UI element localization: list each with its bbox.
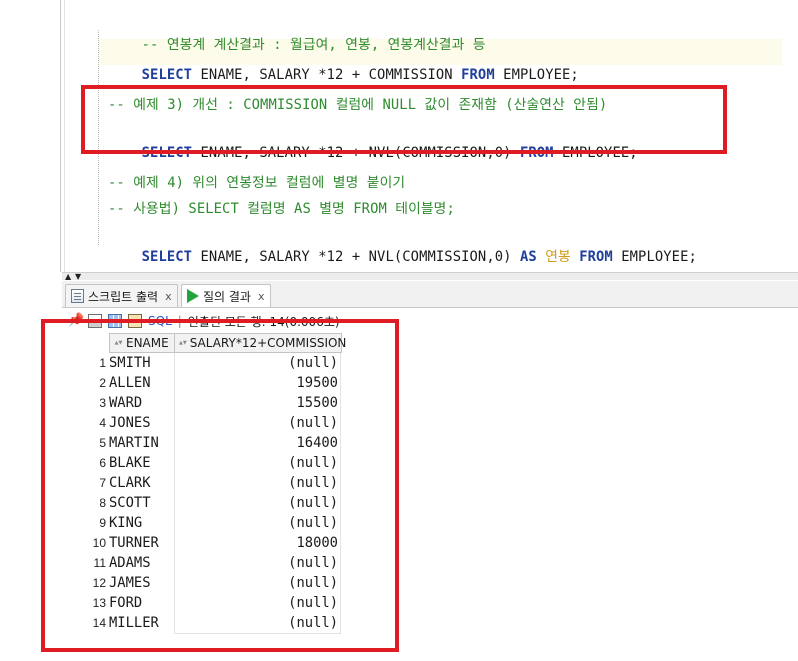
row-number: 9 xyxy=(99,516,106,530)
grid-view-icon[interactable] xyxy=(108,314,122,328)
code-line-select-1[interactable]: SELECT ENAME, SALARY *12 + COMMISSION FR… xyxy=(108,42,579,83)
code-line-partial-comment: -- 연봉계 계산결과 : 월급여, 연봉, 연봉계산결과 등 xyxy=(108,12,486,53)
cell-salary-total[interactable]: 19500 xyxy=(174,373,341,393)
table-row[interactable]: 7 CLARK (null) xyxy=(62,473,342,493)
code-line-select-alias[interactable]: SELECT ENAME, SALARY *12 + NVL(COMMISSIO… xyxy=(108,224,697,265)
script-output-icon xyxy=(71,289,84,303)
cell-salary-total[interactable]: 16400 xyxy=(174,433,341,453)
row-number: 1 xyxy=(99,356,106,370)
table-row[interactable]: 1 SMITH (null) xyxy=(62,353,342,373)
keyword-select: SELECT xyxy=(141,249,193,265)
row-number: 3 xyxy=(99,396,106,410)
fetch-status-text: 인출된 모든 행: 14(0.006초) xyxy=(187,314,340,329)
keyword-from: FROM xyxy=(579,249,613,265)
column-header-label: SALARY*12+COMMISSION xyxy=(189,336,347,350)
column-header-ename[interactable]: ▲▼ ENAME xyxy=(109,333,175,353)
splitter-up-icon[interactable]: ▲ xyxy=(65,273,71,281)
tab-query-result[interactable]: 질의 결과 x xyxy=(181,284,271,307)
editor-gutter-border xyxy=(60,0,61,272)
pane-splitter[interactable]: ▲ ▼ xyxy=(62,272,798,281)
code-table: EMPLOYEE; xyxy=(553,145,638,161)
cell-salary-total[interactable]: (null) xyxy=(174,493,341,513)
editor-gutter-border-inner xyxy=(64,0,65,272)
tab-script-output-close-icon[interactable]: x xyxy=(165,290,172,303)
query-result-icon xyxy=(187,289,199,303)
cell-salary-total[interactable]: 15500 xyxy=(174,393,341,413)
cell-salary-total[interactable]: (null) xyxy=(174,553,341,573)
cell-salary-total[interactable]: (null) xyxy=(174,513,341,533)
keyword-select: SELECT xyxy=(141,145,193,161)
output-tab-bar: 스크립트 출력 x 질의 결과 x xyxy=(62,281,798,308)
row-number: 8 xyxy=(99,496,106,510)
code-columns: ENAME, SALARY *12 + NVL(COMMISSION,0) xyxy=(192,249,520,265)
table-row[interactable]: 2 ALLEN 19500 xyxy=(62,373,342,393)
code-table: EMPLOYEE; xyxy=(612,249,697,265)
tab-script-output[interactable]: 스크립트 출력 x xyxy=(65,284,178,307)
row-number: 6 xyxy=(99,456,106,470)
cell-salary-total[interactable]: (null) xyxy=(174,473,341,493)
cell-salary-total[interactable]: (null) xyxy=(174,413,341,433)
keyword-from: FROM xyxy=(461,67,495,83)
code-columns: ENAME, SALARY *12 + COMMISSION xyxy=(192,67,462,83)
table-row[interactable]: 12 JAMES (null) xyxy=(62,573,342,593)
table-row[interactable]: 10 TURNER 18000 xyxy=(62,533,342,553)
query-result-grid[interactable]: ▲▼ ENAME ▲▼ SALARY*12+COMMISSION 1 SMITH(… xyxy=(41,319,798,661)
table-row[interactable]: 14 MILLER (null) xyxy=(62,613,342,633)
row-number: 10 xyxy=(92,536,106,550)
row-number: 12 xyxy=(92,576,106,590)
keyword-as: AS xyxy=(519,249,537,265)
code-line-comment-example4[interactable]: -- 예제 4) 위의 연봉정보 컬럼에 별명 붙이기 xyxy=(108,172,405,194)
table-row[interactable]: 13 FORD (null) xyxy=(62,593,342,613)
sort-icon[interactable]: ▲▼ xyxy=(114,337,123,349)
alias-name: 연봉 xyxy=(536,249,580,265)
code-line-comment-usage[interactable]: -- 사용법) SELECT 컬럼명 AS 별명 FROM 테이블명; xyxy=(108,198,455,220)
row-number: 11 xyxy=(93,556,106,570)
cell-salary-total[interactable]: (null) xyxy=(174,353,341,373)
row-number: 2 xyxy=(99,376,106,390)
table-row[interactable]: 6 BLAKE (null) xyxy=(62,453,342,473)
table-row[interactable]: 4 JONES (null) xyxy=(62,413,342,433)
grid-bottom-border xyxy=(174,633,341,634)
code-table: EMPLOYEE; xyxy=(494,67,579,83)
row-number: 5 xyxy=(99,436,106,450)
row-number: 7 xyxy=(99,476,106,490)
table-row[interactable]: 3 WARD 15500 xyxy=(62,393,342,413)
results-toolbar: 📌 SQL | 인출된 모든 행: 14(0.006초) xyxy=(62,309,798,333)
table-row[interactable]: 11 ADAMS (null) xyxy=(62,553,342,573)
pin-icon[interactable]: 📌 xyxy=(68,314,84,328)
print-icon[interactable] xyxy=(88,314,102,328)
column-header-salary[interactable]: ▲▼ SALARY*12+COMMISSION xyxy=(174,333,346,353)
cell-salary-total[interactable]: (null) xyxy=(174,573,341,593)
cell-salary-total[interactable]: (null) xyxy=(174,453,341,473)
row-number: 14 xyxy=(92,616,106,630)
table-row[interactable]: 8 SCOTT (null) xyxy=(62,493,342,513)
export-icon[interactable] xyxy=(128,314,142,328)
code-line-select-nvl[interactable]: SELECT ENAME, SALARY *12 + NVL(COMMISSIO… xyxy=(108,120,638,161)
code-line-comment-example3[interactable]: -- 예제 3) 개선 : COMMISSION 컬럼에 NULL 값이 존재함… xyxy=(108,94,607,116)
column-header-label: ENAME xyxy=(126,336,169,350)
cell-salary-total[interactable]: 18000 xyxy=(174,533,341,553)
sql-editor[interactable]: -- 연봉계 계산결과 : 월급여, 연봉, 연봉계산결과 등 SELECT E… xyxy=(0,0,798,272)
tab-script-output-label: 스크립트 출력 xyxy=(88,289,159,304)
splitter-down-icon[interactable]: ▼ xyxy=(75,273,81,281)
row-number: 13 xyxy=(92,596,106,610)
table-row[interactable]: 5 MARTIN 16400 xyxy=(62,433,342,453)
cell-salary-total[interactable]: (null) xyxy=(174,593,341,613)
row-number: 4 xyxy=(99,416,106,430)
keyword-from: FROM xyxy=(519,145,554,161)
table-row[interactable]: 9 KING (null) xyxy=(62,513,342,533)
cell-salary-total[interactable]: (null) xyxy=(174,613,341,633)
sql-button[interactable]: SQL xyxy=(148,314,172,328)
toolbar-separator: | xyxy=(177,314,182,328)
keyword-select: SELECT xyxy=(141,67,193,83)
code-columns: ENAME, SALARY *12 + NVL(COMMISSION,0) xyxy=(192,145,520,161)
tab-query-result-close-icon[interactable]: x xyxy=(258,290,265,303)
tab-query-result-label: 질의 결과 xyxy=(203,289,251,304)
sort-icon[interactable]: ▲▼ xyxy=(179,337,187,349)
